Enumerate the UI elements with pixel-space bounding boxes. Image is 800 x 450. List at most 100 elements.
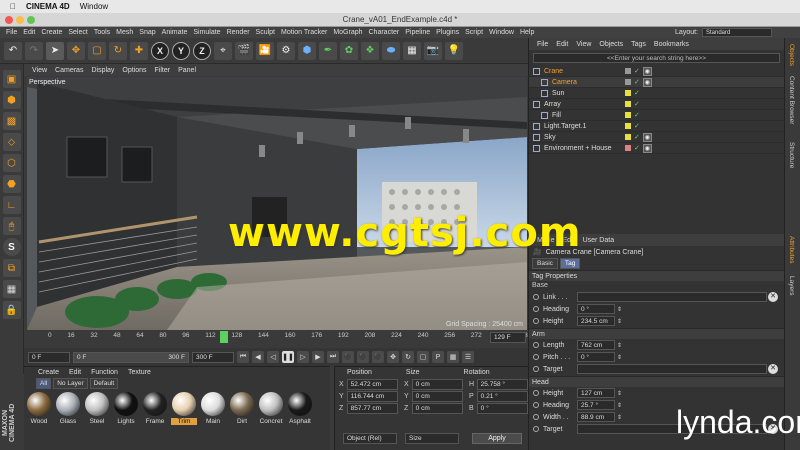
- attribute-value-field[interactable]: 127 cm: [577, 388, 615, 398]
- frame-range-slider[interactable]: 0 F 300 F: [73, 351, 189, 363]
- spinner-arrows-icon[interactable]: ⇕: [617, 318, 622, 325]
- make-editable-icon[interactable]: ▣: [2, 70, 21, 88]
- material-swatch[interactable]: Concret: [258, 392, 284, 425]
- points-mode-icon[interactable]: ⬦: [2, 133, 21, 151]
- axis-mode-icon[interactable]: ∟: [2, 196, 21, 214]
- objects-menu-tags[interactable]: Tags: [631, 41, 646, 48]
- spinner-arrows-icon[interactable]: ⇕: [617, 342, 622, 349]
- move-tool-icon[interactable]: ✥: [67, 41, 85, 60]
- menu-edit[interactable]: Edit: [23, 29, 35, 36]
- floor-icon[interactable]: ▦: [403, 41, 421, 60]
- rotate-tool-icon[interactable]: ↻: [109, 41, 127, 60]
- keyframe-dot-icon[interactable]: [533, 294, 539, 300]
- texture-mode-icon[interactable]: ▩: [2, 112, 21, 130]
- key-parameter-icon[interactable]: P: [432, 351, 444, 363]
- object-row[interactable]: Sky ✓ ◉: [529, 132, 784, 143]
- layout-select[interactable]: Standard: [702, 28, 772, 37]
- enabled-check-icon[interactable]: ✓: [634, 122, 640, 130]
- coordinate-system-icon[interactable]: ⌖: [214, 41, 232, 60]
- tab-tag[interactable]: Tag: [559, 258, 581, 269]
- spinner-arrows-icon[interactable]: ⇕: [617, 414, 622, 421]
- coordinate-field[interactable]: 0 cm: [411, 403, 463, 414]
- tweak-mode-icon[interactable]: 🖰: [2, 217, 21, 235]
- snapping-icon[interactable]: S: [2, 238, 21, 256]
- undo-icon[interactable]: ↶: [4, 41, 22, 60]
- render-picture-viewer-icon[interactable]: 🎦: [256, 41, 274, 60]
- objects-menu-view[interactable]: View: [576, 41, 591, 48]
- scale-tool-icon[interactable]: ▢: [88, 41, 106, 60]
- zoom-window-icon[interactable]: [27, 16, 35, 24]
- side-tab-content-browser[interactable]: Content Browser: [788, 76, 795, 124]
- camera-icon[interactable]: 📷: [424, 41, 442, 60]
- pause-icon[interactable]: ❚❚: [282, 351, 294, 363]
- material-swatch[interactable]: Steel: [84, 392, 110, 425]
- objects-menu-objects[interactable]: Objects: [599, 41, 623, 48]
- coordinate-field[interactable]: 0.21 °: [476, 391, 528, 402]
- polygons-mode-icon[interactable]: ⬣: [2, 175, 21, 193]
- coordinate-field[interactable]: 52.472 cm: [346, 379, 398, 390]
- material-swatch[interactable]: Lights: [113, 392, 139, 425]
- menu-character[interactable]: Character: [369, 29, 400, 36]
- object-row[interactable]: Sun ✓: [529, 88, 784, 99]
- object-search-input[interactable]: <<Enter your search string here>>: [533, 53, 780, 63]
- side-tab-layers[interactable]: Layers: [788, 276, 795, 296]
- enabled-check-icon[interactable]: ✓: [634, 111, 640, 119]
- object-row[interactable]: Light.Target.1 ✓: [529, 121, 784, 132]
- key-scale-icon[interactable]: ▢: [417, 351, 429, 363]
- attribute-value-field[interactable]: 0 °: [577, 304, 615, 314]
- keyframe-dot-icon[interactable]: [533, 390, 539, 396]
- material-swatch[interactable]: Wood: [26, 392, 52, 425]
- previous-frame-icon[interactable]: ◁: [267, 351, 279, 363]
- magnet-icon[interactable]: ⧉: [2, 259, 21, 277]
- menu-pipeline[interactable]: Pipeline: [405, 29, 430, 36]
- attribute-value-field[interactable]: 25.7 °: [577, 400, 615, 410]
- layer-color-swatch[interactable]: [625, 134, 631, 140]
- link-field[interactable]: [577, 364, 767, 374]
- mac-app-menu[interactable]: CINEMA 4D: [26, 2, 70, 11]
- material-menu-function[interactable]: Function: [91, 369, 118, 376]
- tag-icon[interactable]: ◉: [642, 132, 652, 142]
- close-window-icon[interactable]: [5, 16, 13, 24]
- enabled-check-icon[interactable]: ✓: [634, 89, 640, 97]
- menu-animate[interactable]: Animate: [162, 29, 188, 36]
- objects-menu-file[interactable]: File: [537, 41, 548, 48]
- previous-key-icon[interactable]: ◀: [252, 351, 264, 363]
- next-key-icon[interactable]: ▶: [312, 351, 324, 363]
- start-frame-field[interactable]: 0 F: [28, 351, 70, 363]
- layer-color-swatch[interactable]: [625, 68, 631, 74]
- spinner-arrows-icon[interactable]: ⇕: [617, 306, 622, 313]
- enabled-check-icon[interactable]: ✓: [634, 67, 640, 75]
- keyframe-dot-icon[interactable]: [533, 306, 539, 312]
- enabled-check-icon[interactable]: ✓: [634, 100, 640, 108]
- go-to-end-icon[interactable]: ⏭: [327, 351, 339, 363]
- tab-basic[interactable]: Basic: [532, 258, 558, 269]
- minimize-window-icon[interactable]: [16, 16, 24, 24]
- render-view-icon[interactable]: 🎬: [235, 41, 253, 60]
- key-rotation-icon[interactable]: ↻: [402, 351, 414, 363]
- filter-default[interactable]: Default: [89, 378, 119, 389]
- material-swatch[interactable]: Main: [200, 392, 226, 425]
- autokey-icon[interactable]: ⚫: [357, 351, 369, 363]
- perspective-viewport[interactable]: Perspective Grid Spacing : 25400 cm: [27, 77, 527, 330]
- x-axis-lock-button[interactable]: X: [151, 41, 169, 60]
- coordinate-field[interactable]: 25.758 °: [476, 379, 528, 390]
- coordinate-field[interactable]: 0 cm: [411, 379, 463, 390]
- material-menu-edit[interactable]: Edit: [69, 369, 81, 376]
- next-frame-icon[interactable]: ▷: [297, 351, 309, 363]
- menu-motion-tracker[interactable]: Motion Tracker: [281, 29, 327, 36]
- object-row[interactable]: Environment + House ✓ ◉: [529, 143, 784, 154]
- timeline-menu-icon[interactable]: ☰: [462, 351, 474, 363]
- pen-spline-icon[interactable]: ✒: [319, 41, 337, 60]
- coordinate-field[interactable]: 0 °: [476, 403, 528, 414]
- render-settings-icon[interactable]: ⚙: [277, 41, 295, 60]
- material-swatch[interactable]: Frame: [142, 392, 168, 425]
- layer-color-swatch[interactable]: [625, 90, 631, 96]
- material-menu-texture[interactable]: Texture: [128, 369, 151, 376]
- array-generator-icon[interactable]: ❖: [361, 41, 379, 60]
- object-row[interactable]: Array ✓: [529, 99, 784, 110]
- select-arrow-icon[interactable]: ➤: [46, 41, 64, 60]
- layer-color-swatch[interactable]: [625, 101, 631, 107]
- side-tab-objects[interactable]: Objects: [788, 44, 795, 66]
- redo-icon[interactable]: ↷: [25, 41, 43, 60]
- viewport-menu-options[interactable]: Options: [122, 67, 146, 74]
